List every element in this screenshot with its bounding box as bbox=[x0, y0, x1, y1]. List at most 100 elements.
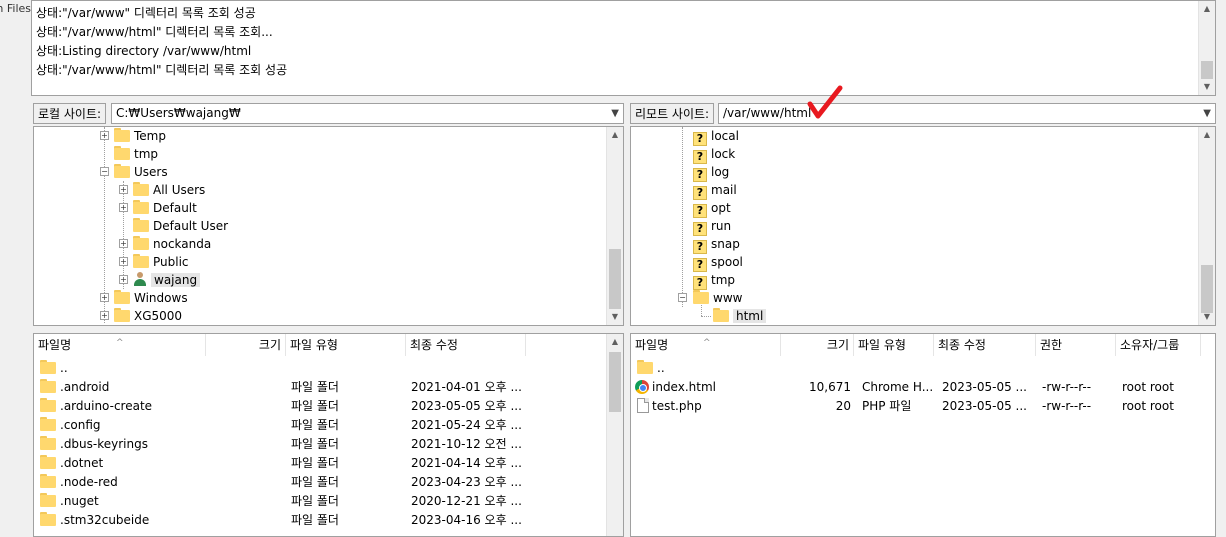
expand-icon[interactable]: + bbox=[119, 203, 128, 212]
file-name: .dbus-keyrings bbox=[60, 437, 148, 451]
expand-icon[interactable]: + bbox=[119, 185, 128, 194]
tree-node[interactable]: ? mail bbox=[693, 181, 737, 200]
tree-node[interactable]: + Windows bbox=[100, 289, 188, 307]
tree-node[interactable]: ? lock bbox=[693, 145, 735, 164]
table-row[interactable]: .stm32cubeide 파일 폴더 2023-04-16 오후 ... bbox=[34, 511, 623, 530]
column-label: 소유자/그룹 bbox=[1120, 338, 1180, 352]
tree-node[interactable]: − Users bbox=[100, 163, 168, 181]
tree-node[interactable]: + Temp bbox=[100, 127, 166, 145]
file-name: .stm32cubeide bbox=[60, 513, 150, 527]
tree-node[interactable]: ? opt bbox=[693, 199, 731, 218]
file-permissions: -rw-r--r-- bbox=[1042, 399, 1092, 413]
remote-directory-tree[interactable]: ? local ? lock ? log ? mail ? opt ? run ? snap … bbox=[630, 126, 1216, 326]
folder-icon bbox=[133, 254, 149, 268]
scroll-down-icon[interactable]: ▼ bbox=[1199, 309, 1215, 325]
expand-icon[interactable]: + bbox=[119, 275, 128, 284]
column-header-owner[interactable]: 소유자/그룹 bbox=[1116, 334, 1201, 356]
folder-icon bbox=[133, 200, 149, 214]
unknown-folder-icon: ? bbox=[693, 240, 707, 254]
tree-node[interactable]: tmp bbox=[100, 145, 158, 163]
node-label: run bbox=[711, 219, 732, 233]
collapse-icon[interactable]: − bbox=[678, 293, 687, 302]
folder-icon bbox=[40, 493, 56, 507]
table-row[interactable]: .node-red 파일 폴더 2023-04-23 오후 ... bbox=[34, 473, 623, 492]
file-name: .arduino-create bbox=[60, 399, 153, 413]
column-header-type[interactable]: 파일 유형 bbox=[286, 334, 406, 356]
expand-icon[interactable]: + bbox=[100, 131, 109, 140]
table-row[interactable]: test.php 20 PHP 파일 2023-05-05 ... -rw-r-… bbox=[631, 397, 1215, 416]
local-directory-tree[interactable]: + Temp tmp − Users + All Users + Default… bbox=[33, 126, 624, 326]
scroll-down-icon[interactable]: ▼ bbox=[1199, 79, 1215, 95]
column-header-size[interactable]: 크기 bbox=[206, 334, 286, 356]
node-label: XG5000 bbox=[134, 309, 183, 323]
scroll-down-icon[interactable]: ▼ bbox=[607, 309, 623, 325]
remote-file-list[interactable]: 파일명 ^ 크기 파일 유형 최종 수정 권한 소유자/그룹 .. index.… bbox=[630, 333, 1216, 537]
scroll-up-icon[interactable]: ▲ bbox=[607, 127, 623, 143]
table-row[interactable]: .dotnet 파일 폴더 2021-04-14 오후 ... bbox=[34, 454, 623, 473]
scroll-up-icon[interactable]: ▲ bbox=[607, 334, 623, 350]
tree-node[interactable]: + Public bbox=[119, 253, 189, 271]
remote-site-path-combo[interactable]: /var/www/html ▼ bbox=[718, 103, 1216, 124]
log-scrollbar[interactable]: ▲ ▼ bbox=[1198, 1, 1215, 95]
chevron-down-icon[interactable]: ▼ bbox=[611, 104, 619, 123]
scroll-thumb[interactable] bbox=[1201, 265, 1213, 313]
tree-node[interactable]: ? spool bbox=[693, 253, 743, 272]
table-row[interactable]: .. bbox=[34, 359, 623, 378]
local-tree-scrollbar[interactable]: ▲ ▼ bbox=[606, 127, 623, 325]
local-file-list[interactable]: 파일명 ^ 크기 파일 유형 최종 수정 .. .android 파일 폴더 2… bbox=[33, 333, 624, 537]
file-modified: 2023-05-05 오후 ... bbox=[411, 399, 522, 413]
column-header-size[interactable]: 크기 bbox=[781, 334, 854, 356]
scroll-up-icon[interactable]: ▲ bbox=[1199, 1, 1215, 17]
table-row[interactable]: index.html 10,671 Chrome H... 2023-05-05… bbox=[631, 378, 1215, 397]
column-header-name[interactable]: 파일명 ^ bbox=[631, 334, 781, 356]
expand-icon[interactable]: + bbox=[100, 311, 109, 320]
scroll-up-icon[interactable]: ▲ bbox=[1199, 127, 1215, 143]
table-row[interactable]: .arduino-create 파일 폴더 2023-05-05 오후 ... bbox=[34, 397, 623, 416]
column-label: 파일 유형 bbox=[858, 338, 906, 352]
tree-node[interactable]: Default User bbox=[119, 217, 228, 235]
folder-icon bbox=[114, 308, 130, 322]
remote-tree-scrollbar[interactable]: ▲ ▼ bbox=[1198, 127, 1215, 325]
local-site-path-combo[interactable]: C:₩Users₩wajang₩ ▼ bbox=[111, 103, 624, 124]
table-row[interactable]: .dbus-keyrings 파일 폴더 2021-10-12 오전 ... bbox=[34, 435, 623, 454]
folder-icon bbox=[40, 455, 56, 469]
collapse-icon[interactable]: − bbox=[100, 167, 109, 176]
table-row[interactable]: .config 파일 폴더 2021-05-24 오후 ... bbox=[34, 416, 623, 435]
tree-node[interactable]: + XG5000 bbox=[100, 307, 182, 325]
tree-node[interactable]: + All Users bbox=[119, 181, 205, 199]
tree-node[interactable]: html bbox=[713, 307, 767, 325]
checkmark-icon bbox=[807, 85, 843, 119]
tree-node[interactable]: + Default bbox=[119, 199, 197, 217]
scroll-thumb[interactable] bbox=[609, 352, 621, 412]
table-row[interactable]: .. bbox=[631, 359, 1215, 378]
expand-icon[interactable]: + bbox=[119, 257, 128, 266]
user-icon bbox=[133, 272, 147, 286]
tree-node[interactable]: ? tmp bbox=[693, 271, 735, 290]
message-log[interactable]: 상태:"/var/www" 디렉터리 목록 조회 성공 상태:"/var/www… bbox=[31, 0, 1216, 96]
tree-node[interactable]: + wajang bbox=[119, 271, 201, 289]
chevron-down-icon[interactable]: ▼ bbox=[1203, 104, 1211, 123]
scroll-thumb[interactable] bbox=[609, 249, 621, 309]
scroll-thumb[interactable] bbox=[1201, 61, 1213, 79]
table-row[interactable]: .android 파일 폴더 2021-04-01 오후 ... bbox=[34, 378, 623, 397]
tree-node[interactable]: ? local bbox=[693, 127, 739, 146]
tree-node[interactable]: ? log bbox=[693, 163, 729, 182]
column-header-name[interactable]: 파일명 ^ bbox=[34, 334, 206, 356]
local-site-label: 로컬 사이트: bbox=[33, 103, 107, 124]
expand-icon[interactable]: + bbox=[100, 293, 109, 302]
unknown-folder-icon: ? bbox=[693, 132, 707, 146]
tree-node[interactable]: ? run bbox=[693, 217, 732, 236]
column-header-type[interactable]: 파일 유형 bbox=[854, 334, 934, 356]
table-row[interactable]: .nuget 파일 폴더 2020-12-21 오후 ... bbox=[34, 492, 623, 511]
tree-node[interactable]: + nockanda bbox=[119, 235, 211, 253]
column-header-modified[interactable]: 최종 수정 bbox=[934, 334, 1036, 356]
node-label: Default bbox=[153, 201, 197, 215]
file-name: .. bbox=[657, 361, 665, 375]
column-header-modified[interactable]: 최종 수정 bbox=[406, 334, 526, 356]
file-modified: 2023-05-05 ... bbox=[942, 380, 1027, 394]
tree-node[interactable]: − www bbox=[678, 289, 742, 307]
column-header-permissions[interactable]: 권한 bbox=[1036, 334, 1116, 356]
local-list-scrollbar[interactable]: ▲ bbox=[606, 334, 623, 536]
tree-node[interactable]: ? snap bbox=[693, 235, 740, 254]
expand-icon[interactable]: + bbox=[119, 239, 128, 248]
